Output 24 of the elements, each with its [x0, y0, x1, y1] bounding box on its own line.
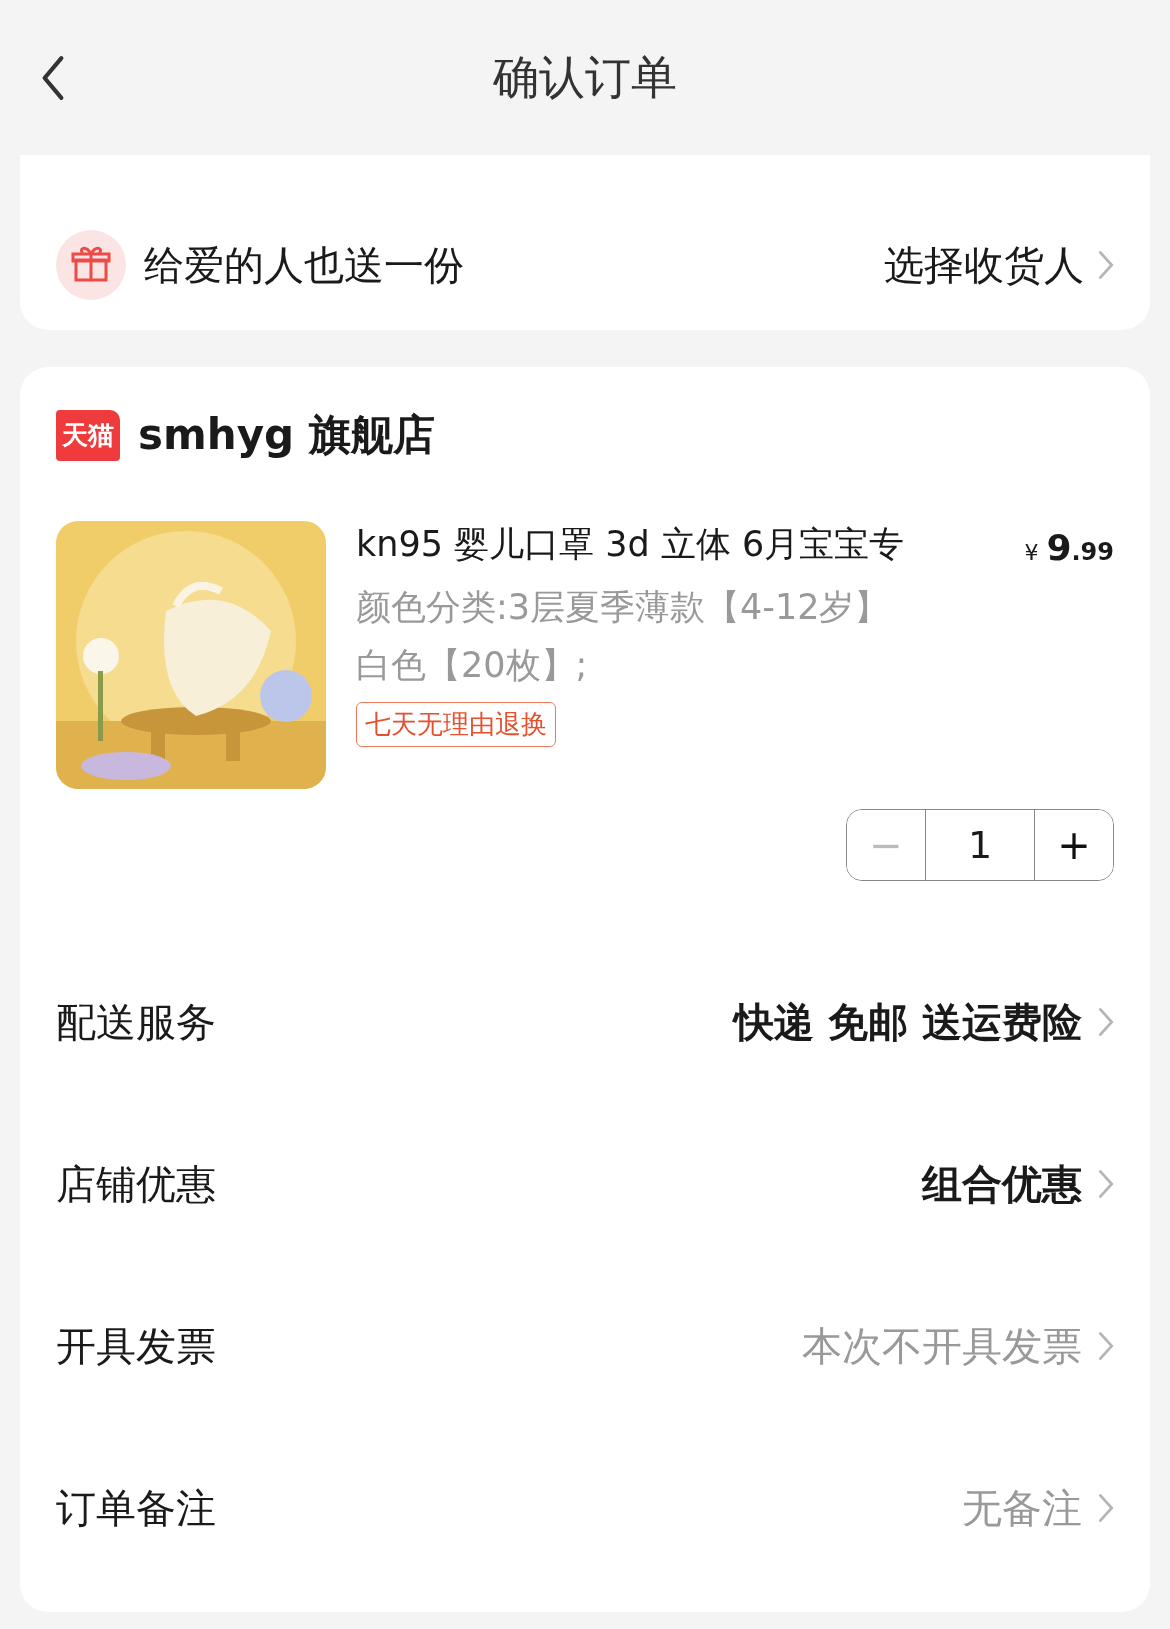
chevron-icon — [1098, 1169, 1114, 1199]
return-policy-tag: 七天无理由退换 — [356, 702, 556, 747]
gift-icon — [56, 230, 126, 300]
row-value: 快递 免邮 送运费险 — [734, 997, 1082, 1047]
select-recipient-link[interactable]: 选择收货人 — [884, 230, 1114, 300]
page-title: 确认订单 — [493, 48, 677, 106]
setting-row[interactable]: 开具发票 本次不开具发票 — [56, 1265, 1114, 1427]
gift-label: 给爱的人也送一份 — [144, 240, 464, 290]
setting-row[interactable]: 订单备注 无备注 — [56, 1427, 1114, 1589]
chevron-icon — [1098, 250, 1114, 280]
row-value: 组合优惠 — [922, 1159, 1082, 1209]
chevron-icon — [1098, 1007, 1114, 1037]
row-value: 本次不开具发票 — [802, 1321, 1082, 1371]
row-value: 无备注 — [962, 1483, 1082, 1533]
setting-row[interactable]: 配送服务 快递 免邮 送运费险 — [56, 941, 1114, 1103]
product-title: kn95 婴儿口罩 3d 立体 6月宝宝专 — [356, 523, 905, 566]
price: ¥ 9.99 — [1024, 526, 1114, 568]
chevron-icon — [1098, 1493, 1114, 1523]
store-logo: 天猫 — [56, 409, 120, 461]
chevron-icon — [1098, 1331, 1114, 1361]
store-name: smhyg 旗舰店 — [138, 409, 435, 461]
back-icon — [40, 54, 66, 101]
product-spec: 颜色分类:3层夏季薄款【4-12岁】白色【20枚】; — [356, 586, 891, 687]
setting-row[interactable]: 店铺优惠 组合优惠 — [56, 1103, 1114, 1265]
